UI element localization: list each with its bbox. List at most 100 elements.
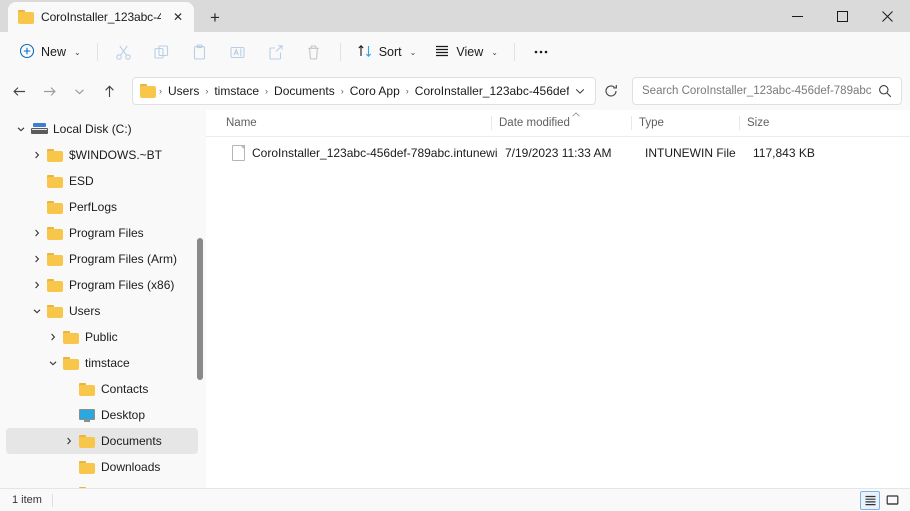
sidebar-item-program-files-x86[interactable]: Program Files (x86)	[6, 272, 198, 298]
sidebar-item-users[interactable]: Users	[6, 298, 198, 324]
chevron-down-icon[interactable]	[12, 124, 30, 134]
details-view-toggle[interactable]	[860, 490, 880, 510]
new-button-label: New	[41, 45, 67, 59]
sidebar-item-label: Downloads	[101, 460, 161, 474]
title-bar: CoroInstaller_123abc-456def- ✕ +	[0, 0, 910, 32]
sidebar-item-label: timstace	[85, 356, 130, 370]
sort-icon	[357, 43, 373, 62]
sidebar-scrollbar-thumb[interactable]	[197, 238, 203, 380]
close-icon[interactable]	[865, 0, 910, 32]
chevron-right-icon[interactable]	[28, 254, 46, 264]
back-button[interactable]	[4, 76, 34, 106]
breadcrumb: Users › timstace › Documents › Coro App …	[163, 82, 569, 100]
tab-strip: CoroInstaller_123abc-456def- ✕ +	[0, 0, 230, 32]
breadcrumb-item-timstace[interactable]: timstace	[209, 82, 264, 100]
address-folder-icon	[140, 84, 156, 98]
column-header-size[interactable]: Size	[739, 110, 821, 136]
folder-icon	[18, 10, 34, 24]
item-count-label: 1 item	[12, 494, 42, 506]
sidebar-item-timstace[interactable]: timstace	[6, 350, 198, 376]
large-icons-view-toggle[interactable]	[882, 491, 902, 510]
chevron-right-icon[interactable]	[28, 280, 46, 290]
table-row[interactable]: CoroInstaller_123abc-456def-789abc.intun…	[212, 141, 904, 165]
column-header-date-modified[interactable]: Date modified	[491, 110, 631, 136]
tab-title: CoroInstaller_123abc-456def-	[41, 10, 161, 24]
sidebar-item-program-files-arm[interactable]: Program Files (Arm)	[6, 246, 198, 272]
delete-icon[interactable]	[295, 37, 333, 67]
forward-button[interactable]	[34, 76, 64, 106]
folder-icon	[46, 148, 64, 162]
folder-icon	[78, 460, 96, 474]
sidebar-item-label: Program Files (x86)	[69, 278, 175, 292]
chevron-down-icon: ⌄	[491, 47, 498, 57]
status-bar: 1 item	[0, 488, 910, 511]
breadcrumb-item-users[interactable]: Users	[163, 82, 204, 100]
chevron-right-icon[interactable]	[44, 332, 62, 342]
column-header-name[interactable]: Name	[218, 110, 491, 136]
sidebar-item-desktop[interactable]: Desktop	[6, 402, 198, 428]
toolbar-divider-2	[339, 43, 341, 61]
column-headers: Name Date modified Type Size	[206, 110, 910, 137]
breadcrumb-item-documents[interactable]: Documents	[269, 82, 340, 100]
chevron-down-icon[interactable]	[44, 358, 62, 368]
breadcrumb-item-coro-app[interactable]: Coro App	[345, 82, 405, 100]
file-list-pane: Name Date modified Type Size CoroInstall…	[206, 110, 910, 488]
minimize-icon[interactable]	[775, 0, 820, 32]
search-box[interactable]	[632, 77, 902, 105]
chevron-right-icon[interactable]	[28, 150, 46, 160]
command-bar: New ⌄ Sort ⌄ View ⌄	[0, 32, 910, 72]
maximize-icon[interactable]	[820, 0, 865, 32]
breadcrumb-item-coroinstaller[interactable]: CoroInstaller_123abc-456def-789abc	[410, 82, 569, 100]
sidebar-item-documents[interactable]: Documents	[6, 428, 198, 454]
paste-icon[interactable]	[181, 37, 219, 67]
cut-icon[interactable]	[105, 37, 143, 67]
rename-icon[interactable]	[219, 37, 257, 67]
search-icon[interactable]	[875, 84, 895, 98]
chevron-down-icon[interactable]	[28, 306, 46, 316]
copy-icon[interactable]	[143, 37, 181, 67]
new-button[interactable]: New ⌄	[10, 37, 90, 67]
sidebar-item-label: ESD	[69, 174, 94, 188]
sidebar-item-esd[interactable]: ESD	[6, 168, 198, 194]
sidebar-item-public[interactable]: Public	[6, 324, 198, 350]
new-tab-button[interactable]: +	[200, 3, 230, 31]
chevron-right-icon[interactable]	[28, 228, 46, 238]
status-divider	[51, 493, 53, 507]
column-header-type[interactable]: Type	[631, 110, 739, 136]
sidebar-item-downloads[interactable]: Downloads	[6, 454, 198, 480]
folder-icon	[78, 382, 96, 396]
sidebar-item-favorites[interactable]: Favorites	[6, 480, 198, 488]
file-type-cell: INTUNEWIN File	[645, 146, 736, 160]
folder-icon	[46, 304, 64, 318]
address-row: › Users › timstace › Documents › Coro Ap…	[0, 72, 910, 110]
file-size-cell: 117,843 KB	[753, 146, 815, 160]
chevron-down-icon: ⌄	[74, 47, 81, 57]
sort-button[interactable]: Sort ⌄	[348, 37, 426, 67]
sidebar-item-label: $WINDOWS.~BT	[69, 148, 163, 162]
sidebar-item-local-disk-c[interactable]: Local Disk (C:)	[6, 116, 198, 142]
sidebar-item-label: Public	[85, 330, 118, 344]
tab-coroinstaller[interactable]: CoroInstaller_123abc-456def- ✕	[8, 2, 194, 32]
share-icon[interactable]	[257, 37, 295, 67]
desktop-icon	[78, 408, 96, 422]
close-tab-icon[interactable]: ✕	[168, 7, 188, 27]
address-chevron-down-icon[interactable]	[569, 79, 591, 103]
chevron-right-icon[interactable]	[60, 436, 78, 446]
view-button[interactable]: View ⌄	[425, 37, 507, 67]
recent-locations-button[interactable]	[64, 76, 94, 106]
folder-icon	[46, 226, 64, 240]
sidebar-item-label: Contacts	[101, 382, 149, 396]
address-bar[interactable]: › Users › timstace › Documents › Coro Ap…	[132, 77, 596, 105]
file-explorer-window: CoroInstaller_123abc-456def- ✕ + New ⌄	[0, 0, 910, 511]
more-options-icon[interactable]	[522, 37, 560, 67]
folder-icon	[62, 356, 80, 370]
up-button[interactable]	[94, 76, 124, 106]
sidebar-item-contacts[interactable]: Contacts	[6, 376, 198, 402]
folder-icon	[62, 330, 80, 344]
sidebar-item-program-files[interactable]: Program Files	[6, 220, 198, 246]
breadcrumb-sep: ›	[340, 86, 344, 96]
sidebar-item-perflogs[interactable]: PerfLogs	[6, 194, 198, 220]
search-input[interactable]	[642, 85, 875, 97]
sidebar-item-windows-bt[interactable]: $WINDOWS.~BT	[6, 142, 198, 168]
refresh-icon[interactable]	[598, 78, 624, 104]
